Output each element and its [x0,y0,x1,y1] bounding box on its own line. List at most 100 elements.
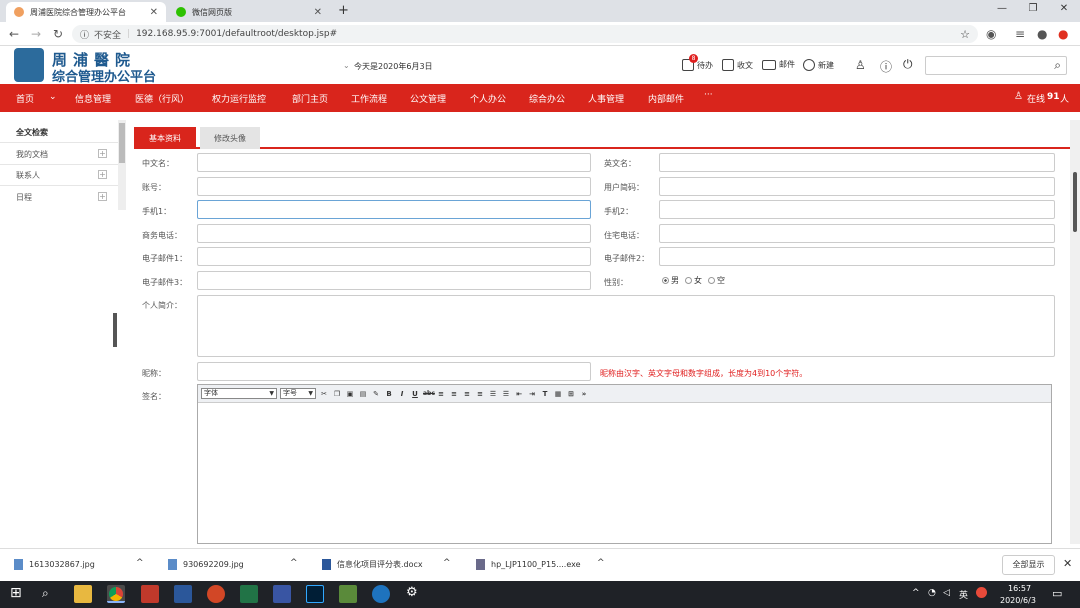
user-short-field[interactable] [659,177,1055,196]
new-button[interactable]: 新建 [803,59,834,71]
ie-icon[interactable] [372,585,390,603]
font-select[interactable]: 字体 ▼ [201,388,277,399]
sidebar-item-my-docs[interactable]: 我的文档 [16,149,48,160]
profile-icon[interactable]: ● [1037,27,1047,41]
receive-button[interactable]: 收文 [722,59,753,71]
reading-list-icon[interactable]: ≡ [1015,27,1025,41]
settings-gear-icon[interactable]: ⚙ [406,585,418,600]
download-item[interactable]: hp_LJP1100_P15....exe [476,559,581,570]
scroll-thumb[interactable] [1073,172,1077,232]
clock-time[interactable]: 16:57 [1008,584,1031,593]
bold-icon[interactable]: B [384,389,394,399]
align-right-icon[interactable]: ≡ [462,389,472,399]
gender-empty-option[interactable]: 空 [708,275,725,286]
cn-name-field[interactable] [197,153,591,172]
download-item[interactable]: 1613032867.jpg [14,559,95,570]
tab-portal[interactable]: 周浦医院综合管理办公平台 ✕ [6,2,166,22]
text-color-icon[interactable]: T [540,389,550,399]
windows-start-icon[interactable]: ⊞ [10,585,22,601]
home-phone-field[interactable] [659,224,1055,243]
close-downloads-icon[interactable]: ✕ [1063,557,1072,570]
image-viewer-icon[interactable] [339,585,357,603]
gender-male-option[interactable]: 男 [662,275,679,286]
underline-icon[interactable]: U [410,389,420,399]
sidebar-scrollbar[interactable] [118,120,126,210]
word-icon[interactable] [174,585,192,603]
menu-power-monitor[interactable]: 权力运行监控 [212,92,266,105]
email1-field[interactable] [197,247,591,266]
photoshop-icon[interactable] [306,585,324,603]
cut-icon[interactable]: ✂ [319,389,329,399]
chevron-up-icon[interactable]: ^ [136,558,144,568]
bookmark-star-icon[interactable]: ☆ [960,28,970,41]
menu-ethics[interactable]: 医德（行风） [135,92,189,105]
radio-icon[interactable] [685,277,692,284]
chevron-up-icon[interactable]: ^ [443,558,451,568]
close-window-button[interactable]: ✕ [1054,3,1074,14]
powerpoint-icon[interactable] [207,585,225,603]
menu-home[interactable]: 首页 [16,92,34,105]
clock-date[interactable]: 2020/6/3 [1000,596,1036,605]
radio-icon[interactable] [708,277,715,284]
mobile2-field[interactable] [659,200,1055,219]
ordered-list-icon[interactable]: ☰ [488,389,498,399]
format-brush-icon[interactable]: ✎ [371,389,381,399]
tab-basic-info[interactable]: 基本资料 [134,127,196,149]
gender-female-option[interactable]: 女 [685,275,702,286]
tab-wechat[interactable]: 微信网页版 ✕ [168,2,330,22]
biz-phone-field[interactable] [197,224,591,243]
url-field[interactable]: ⓘ 不安全 | 192.168.95.9:7001/defaultroot/de… [72,25,978,43]
signature-editor[interactable]: 字体 ▼ 字号 ▼ ✂ ❐ ▣ ▤ ✎ B I U abc ≡ ≡ ≡ ≡ ☰ ☰ … [197,384,1052,544]
account-field[interactable] [197,177,591,196]
chevron-up-icon[interactable]: ^ [290,558,298,568]
power-icon[interactable]: ⏻ [903,57,913,72]
download-item[interactable]: 930692209.jpg [168,559,244,570]
skin-icon[interactable]: ♙ [855,58,866,72]
search-icon[interactable]: ⌕ [42,586,49,601]
tab-change-avatar[interactable]: 修改头像 [200,127,260,149]
menu-internal-mail[interactable]: 内部邮件 [648,92,684,105]
copy-icon[interactable]: ❐ [332,389,342,399]
menu-hr[interactable]: 人事管理 [588,92,624,105]
visio-icon[interactable] [273,585,291,603]
nickname-field[interactable] [197,362,591,381]
download-item[interactable]: 信息化项目评分表.docx [322,559,423,570]
pdf-icon[interactable] [141,585,159,603]
notification-icon[interactable]: ▭ [1052,587,1062,600]
align-left-icon[interactable]: ≡ [436,389,446,399]
outdent-icon[interactable]: ⇤ [514,389,524,399]
chevron-up-icon[interactable]: ^ [597,558,605,568]
reload-icon[interactable]: ↻ [53,27,63,41]
expand-plus-icon[interactable]: + [98,192,107,201]
menu-info[interactable]: 信息管理 [75,92,111,105]
sidebar-item-contacts[interactable]: 联系人 [16,170,40,181]
italic-icon[interactable]: I [397,389,407,399]
opera-icon[interactable]: ● [1058,27,1068,41]
extension-icon[interactable]: ◉ [986,27,996,41]
radio-icon[interactable] [662,277,669,284]
sidebar-collapse-handle[interactable] [113,313,117,347]
close-tab-icon[interactable]: ✕ [314,7,322,18]
volume-icon[interactable]: ◁ [943,588,950,598]
ime-indicator[interactable]: 英 [959,588,968,601]
todo-button[interactable]: 8 待办 [682,54,713,71]
table-icon[interactable]: ⊞ [566,389,576,399]
more-chevron-icon[interactable]: » [579,389,589,399]
mobile1-field[interactable] [197,200,591,219]
tray-chevron-icon[interactable]: ^ [912,588,920,598]
unordered-list-icon[interactable]: ☰ [501,389,511,399]
menu-workflow[interactable]: 工作流程 [351,92,387,105]
explorer-icon[interactable] [74,585,92,603]
size-select[interactable]: 字号 ▼ [280,388,316,399]
menu-chevron-icon[interactable]: ⌄ [49,92,57,102]
paste-text-icon[interactable]: ▤ [358,389,368,399]
page-scrollbar[interactable] [1070,120,1080,544]
info-icon[interactable]: ⓘ [80,28,89,41]
chrome-icon[interactable] [107,585,125,603]
tray-app-icon[interactable] [976,587,987,598]
align-center-icon[interactable]: ≡ [449,389,459,399]
menu-more[interactable]: ··· [704,90,713,100]
align-justify-icon[interactable]: ≡ [475,389,485,399]
header-search-input[interactable]: ⌕ [925,56,1067,75]
close-tab-icon[interactable]: ✕ [150,7,158,18]
